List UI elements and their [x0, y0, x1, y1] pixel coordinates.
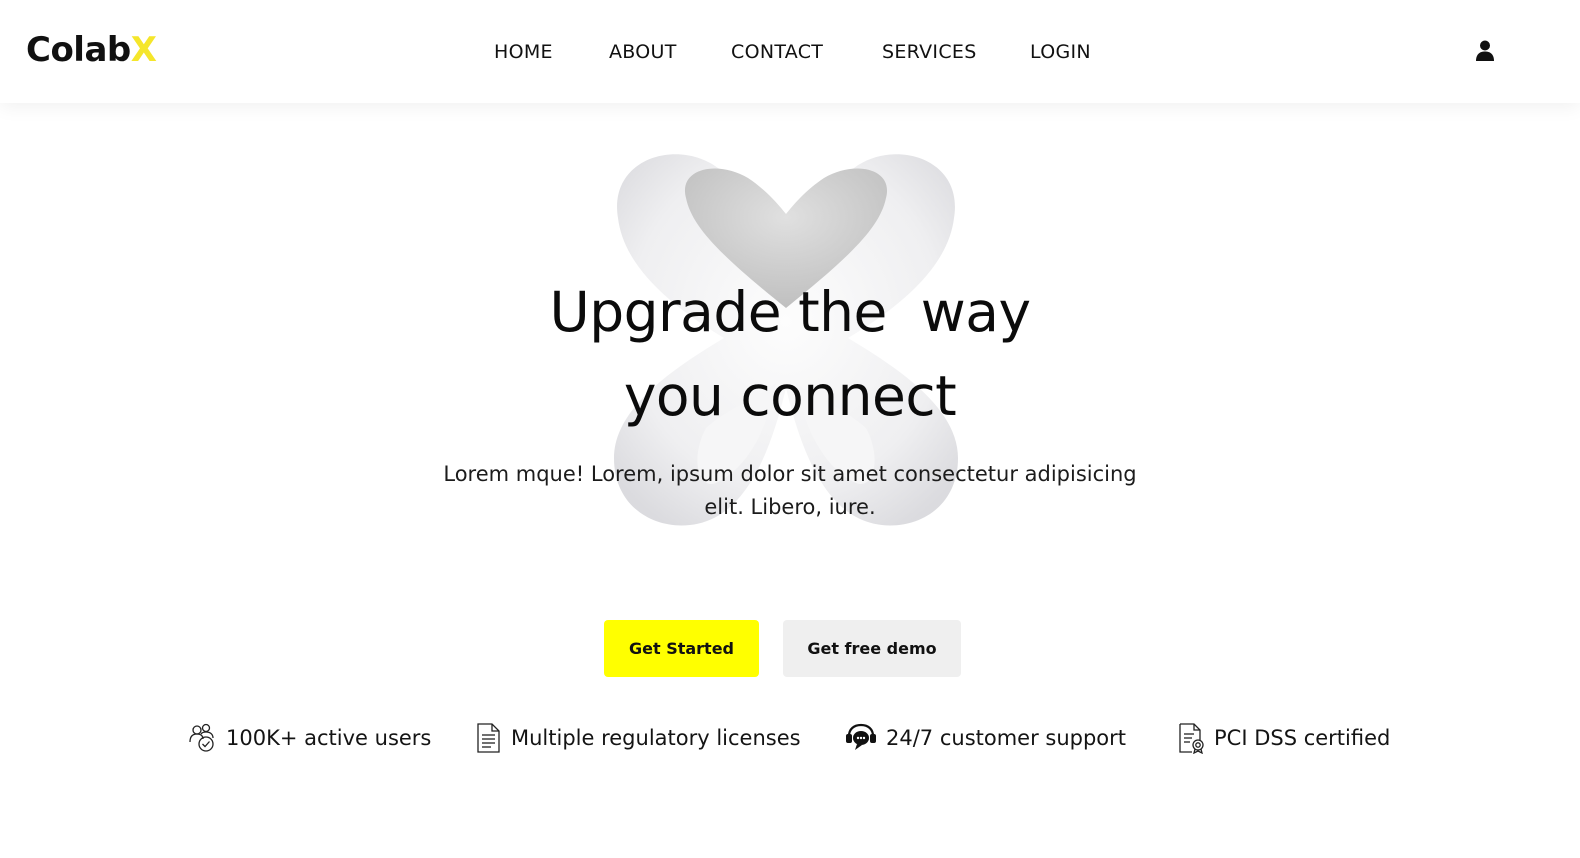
main-nav: HOME ABOUT CONTACT SERVICES LOGIN: [0, 38, 1580, 66]
hero-subtitle: Lorem mque! Lorem, ipsum dolor sit amet …: [443, 462, 1137, 519]
feature-label: Multiple regulatory licenses: [511, 726, 801, 750]
feature-item: 24/7 customer support: [844, 718, 1126, 758]
document-icon: [477, 723, 500, 753]
chat-support-icon: [846, 723, 876, 750]
feature-item: PCI DSS certified: [1176, 718, 1390, 758]
feature-item: Multiple regulatory licenses: [473, 718, 801, 758]
nav-link-login[interactable]: LOGIN: [1030, 38, 1091, 66]
users-check-icon: [189, 723, 214, 752]
get-free-demo-button[interactable]: Get free demo: [783, 620, 961, 677]
user-icon[interactable]: [1474, 39, 1496, 63]
hero-title-line-1: Upgrade the way: [549, 280, 1031, 344]
feature-item: 100K+ active users: [186, 718, 431, 758]
hero-title-line-2: you connect: [623, 364, 957, 428]
certificate-icon: [1179, 723, 1204, 754]
feature-label: PCI DSS certified: [1214, 726, 1391, 750]
hero-title: Upgrade the way you connect: [390, 270, 1190, 438]
navbar: ColabX HOME ABOUT CONTACT SERVICES LOGIN: [0, 0, 1580, 103]
feature-label: 24/7 customer support: [886, 726, 1127, 750]
get-started-button[interactable]: Get Started: [604, 620, 759, 677]
nav-link-home[interactable]: HOME: [494, 38, 553, 66]
nav-link-about[interactable]: ABOUT: [609, 38, 677, 66]
nav-link-contact[interactable]: CONTACT: [731, 38, 823, 66]
feature-label: 100K+ active users: [226, 726, 432, 750]
nav-link-services[interactable]: SERVICES: [882, 38, 977, 66]
feature-list: 100K+ active users Multiple regulatory l…: [0, 718, 1580, 758]
